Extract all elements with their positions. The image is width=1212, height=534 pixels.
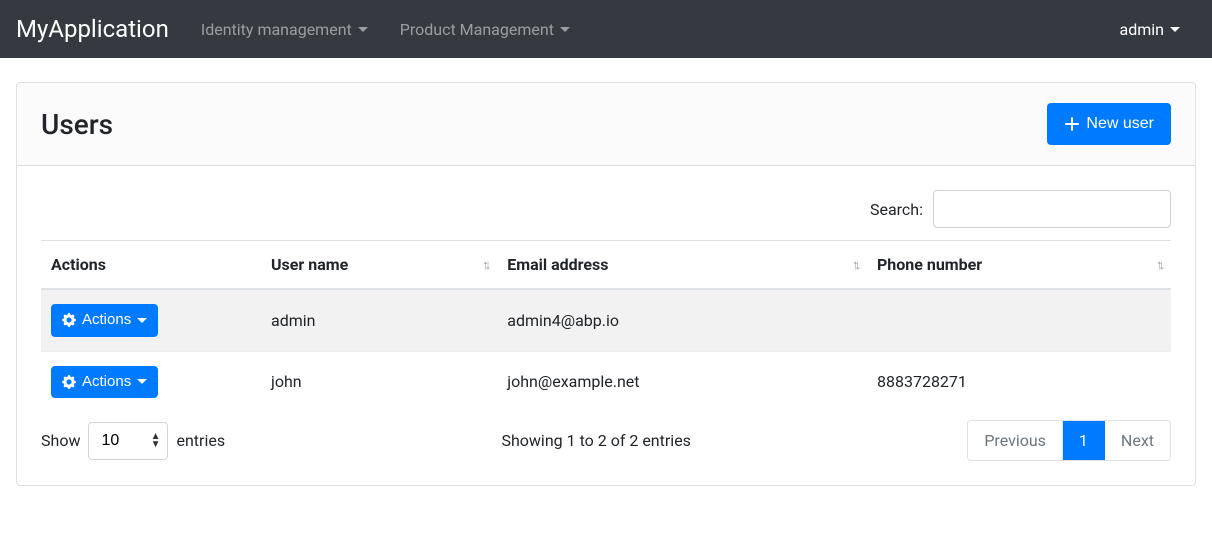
entries-label: entries	[176, 431, 225, 450]
users-table: Actions User name ↑↓ Email address ↑↓ Ph…	[41, 240, 1171, 412]
length-control: Show 10 ▲▼ entries	[41, 422, 225, 460]
navbar: MyApplication Identity management Produc…	[0, 0, 1212, 58]
page-size-select[interactable]: 10	[88, 422, 168, 460]
navbar-menus: Identity management Product Management	[185, 12, 1104, 47]
page-number[interactable]: 1	[1063, 421, 1105, 460]
col-phone[interactable]: Phone number ↑↓	[867, 241, 1171, 290]
users-card: Users New user Search: Actions U	[16, 82, 1196, 486]
table-row: Actions admin admin4@abp.io	[41, 289, 1171, 351]
new-user-button-label: New user	[1086, 112, 1154, 136]
cell-phone	[867, 289, 1171, 351]
new-user-button[interactable]: New user	[1047, 103, 1171, 145]
page-title: Users	[41, 108, 113, 141]
col-email[interactable]: Email address ↑↓	[497, 241, 867, 290]
sort-icon: ↑↓	[482, 257, 487, 273]
nav-menu-identity[interactable]: Identity management	[185, 12, 384, 47]
app-brand[interactable]: MyApplication	[16, 15, 169, 43]
row-actions-button[interactable]: Actions	[51, 366, 158, 399]
col-username[interactable]: User name ↑↓	[261, 241, 497, 290]
card-header: Users New user	[17, 83, 1195, 166]
user-menu[interactable]: admin	[1104, 12, 1196, 47]
nav-menu-label: Product Management	[400, 20, 554, 39]
caret-down-icon	[358, 27, 368, 32]
sort-icon: ↑↓	[1156, 257, 1161, 273]
row-actions-button[interactable]: Actions	[51, 304, 158, 337]
caret-down-icon	[137, 318, 147, 323]
col-actions: Actions	[41, 241, 261, 290]
show-label: Show	[41, 431, 80, 450]
caret-down-icon	[137, 379, 147, 384]
nav-menu-label: Identity management	[201, 20, 352, 39]
page-next[interactable]: Next	[1105, 421, 1170, 460]
cell-username: admin	[261, 289, 497, 351]
card-body: Search: Actions User name ↑↓ Email	[17, 166, 1195, 485]
gear-icon	[62, 313, 76, 327]
plus-icon	[1064, 116, 1080, 132]
cell-phone: 8883728271	[867, 351, 1171, 412]
pagination: Previous 1 Next	[967, 420, 1171, 461]
table-footer: Show 10 ▲▼ entries Showing 1 to 2 of 2 e…	[41, 420, 1171, 461]
row-actions-label: Actions	[82, 371, 131, 394]
cell-email: john@example.net	[497, 351, 867, 412]
row-actions-label: Actions	[82, 309, 131, 332]
caret-down-icon	[1170, 27, 1180, 32]
caret-down-icon	[560, 27, 570, 32]
table-info: Showing 1 to 2 of 2 entries	[501, 431, 690, 450]
table-row: Actions john john@example.net 8883728271	[41, 351, 1171, 412]
page-previous[interactable]: Previous	[968, 421, 1063, 460]
nav-menu-product[interactable]: Product Management	[384, 12, 586, 47]
navbar-right: admin	[1104, 12, 1196, 47]
cell-email: admin4@abp.io	[497, 289, 867, 351]
main-container: Users New user Search: Actions U	[0, 58, 1212, 510]
user-menu-label: admin	[1120, 20, 1164, 39]
cell-username: john	[261, 351, 497, 412]
search-input[interactable]	[933, 190, 1171, 228]
sort-icon: ↑↓	[852, 257, 857, 273]
search-row: Search:	[41, 190, 1171, 228]
gear-icon	[62, 375, 76, 389]
search-label: Search:	[870, 200, 923, 219]
